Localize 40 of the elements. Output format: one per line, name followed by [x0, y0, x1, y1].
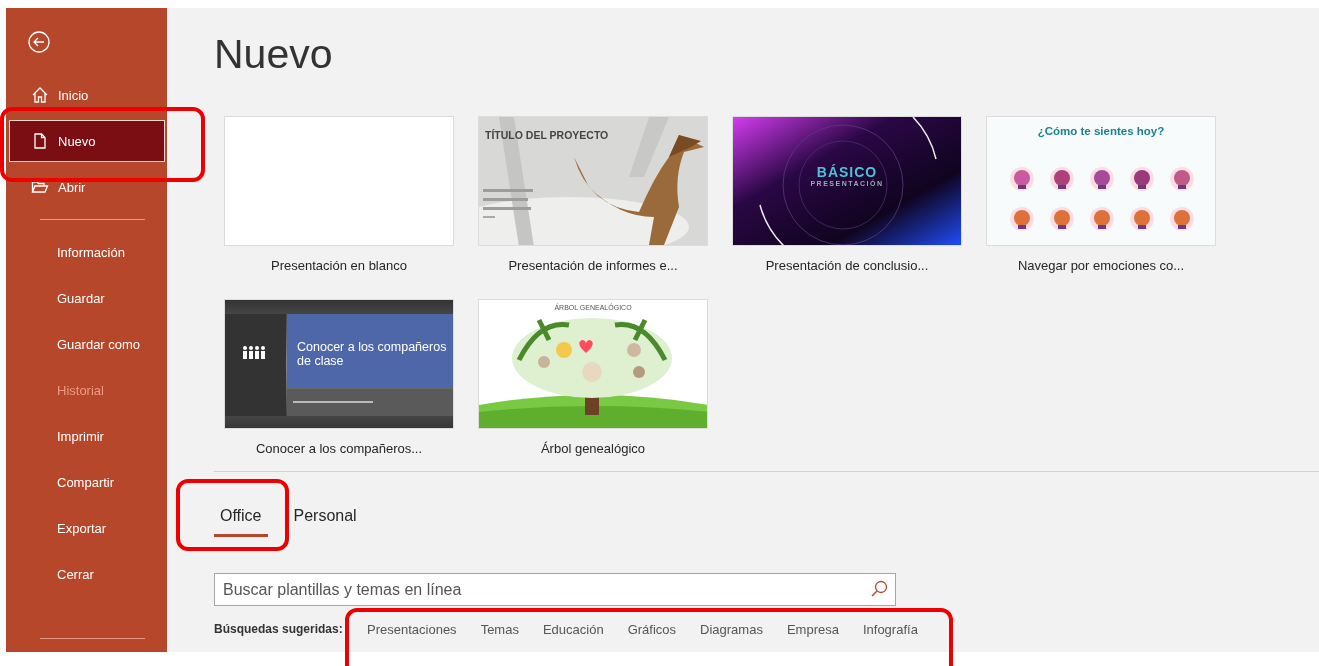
- template-name: Árbol genealógico: [540, 441, 646, 457]
- nav-item[interactable]: Guardar como: [9, 323, 165, 365]
- home-icon: [31, 86, 49, 104]
- back-button[interactable]: [28, 31, 50, 53]
- template-thumbnail[interactable]: TÍTULO DEL PROYECTO: [478, 116, 708, 246]
- nav-item[interactable]: Información: [9, 231, 165, 273]
- nav-item[interactable]: Exportar: [9, 507, 165, 549]
- slide-title: ¿Cómo te sientes hoy?: [1037, 125, 1165, 139]
- template-thumbnail[interactable]: [224, 116, 454, 246]
- nav-item[interactable]: Guardar: [9, 277, 165, 319]
- document-icon: [31, 132, 49, 150]
- template-name: Presentación de conclusio...: [765, 258, 929, 274]
- slide-title: Conocer a los compañeros de clase: [297, 340, 447, 369]
- tab[interactable]: Personal: [287, 506, 363, 537]
- nav-item[interactable]: Cerrar: [9, 553, 165, 595]
- nav-item[interactable]: Abrir: [9, 166, 165, 208]
- search-icon[interactable]: [870, 580, 888, 598]
- nav-item[interactable]: Compartir: [9, 461, 165, 503]
- template-thumbnail[interactable]: ¿Cómo te sientes hoy?: [986, 116, 1216, 246]
- slide-title: BÁSICO: [816, 164, 878, 180]
- template-thumbnail[interactable]: Conocer a los compañeros de clase: [224, 299, 454, 429]
- suggestion-link[interactable]: Empresa: [786, 621, 839, 637]
- template-name: Navegar por emociones co...: [1017, 258, 1185, 274]
- template-name: Presentación de informes e...: [508, 258, 678, 274]
- suggestion-link[interactable]: Diagramas: [700, 621, 763, 637]
- nav-item[interactable]: Imprimir: [9, 415, 165, 457]
- nav-item[interactable]: Nuevo: [9, 120, 165, 162]
- suggestion-link[interactable]: Gráficos: [627, 621, 677, 637]
- suggestions-label: Búsquedas sugeridas:: [214, 622, 344, 636]
- slide-title: TÍTULO DEL PROYECTO: [485, 129, 609, 142]
- template-name: Presentación en blanco: [271, 258, 407, 274]
- search-field[interactable]: Buscar plantillas y temas en línea: [214, 573, 896, 606]
- suggestion-link[interactable]: Temas: [480, 621, 519, 637]
- suggestion-link[interactable]: Educación: [542, 621, 604, 637]
- page-title: Nuevo: [214, 30, 334, 79]
- template-name: Conocer a los compañeros...: [255, 441, 423, 457]
- nav-item[interactable]: Inicio: [9, 74, 165, 116]
- suggestion-link[interactable]: Presentaciones: [367, 621, 457, 637]
- suggestion-link[interactable]: Infografía: [862, 621, 918, 637]
- tab[interactable]: Office: [214, 506, 268, 537]
